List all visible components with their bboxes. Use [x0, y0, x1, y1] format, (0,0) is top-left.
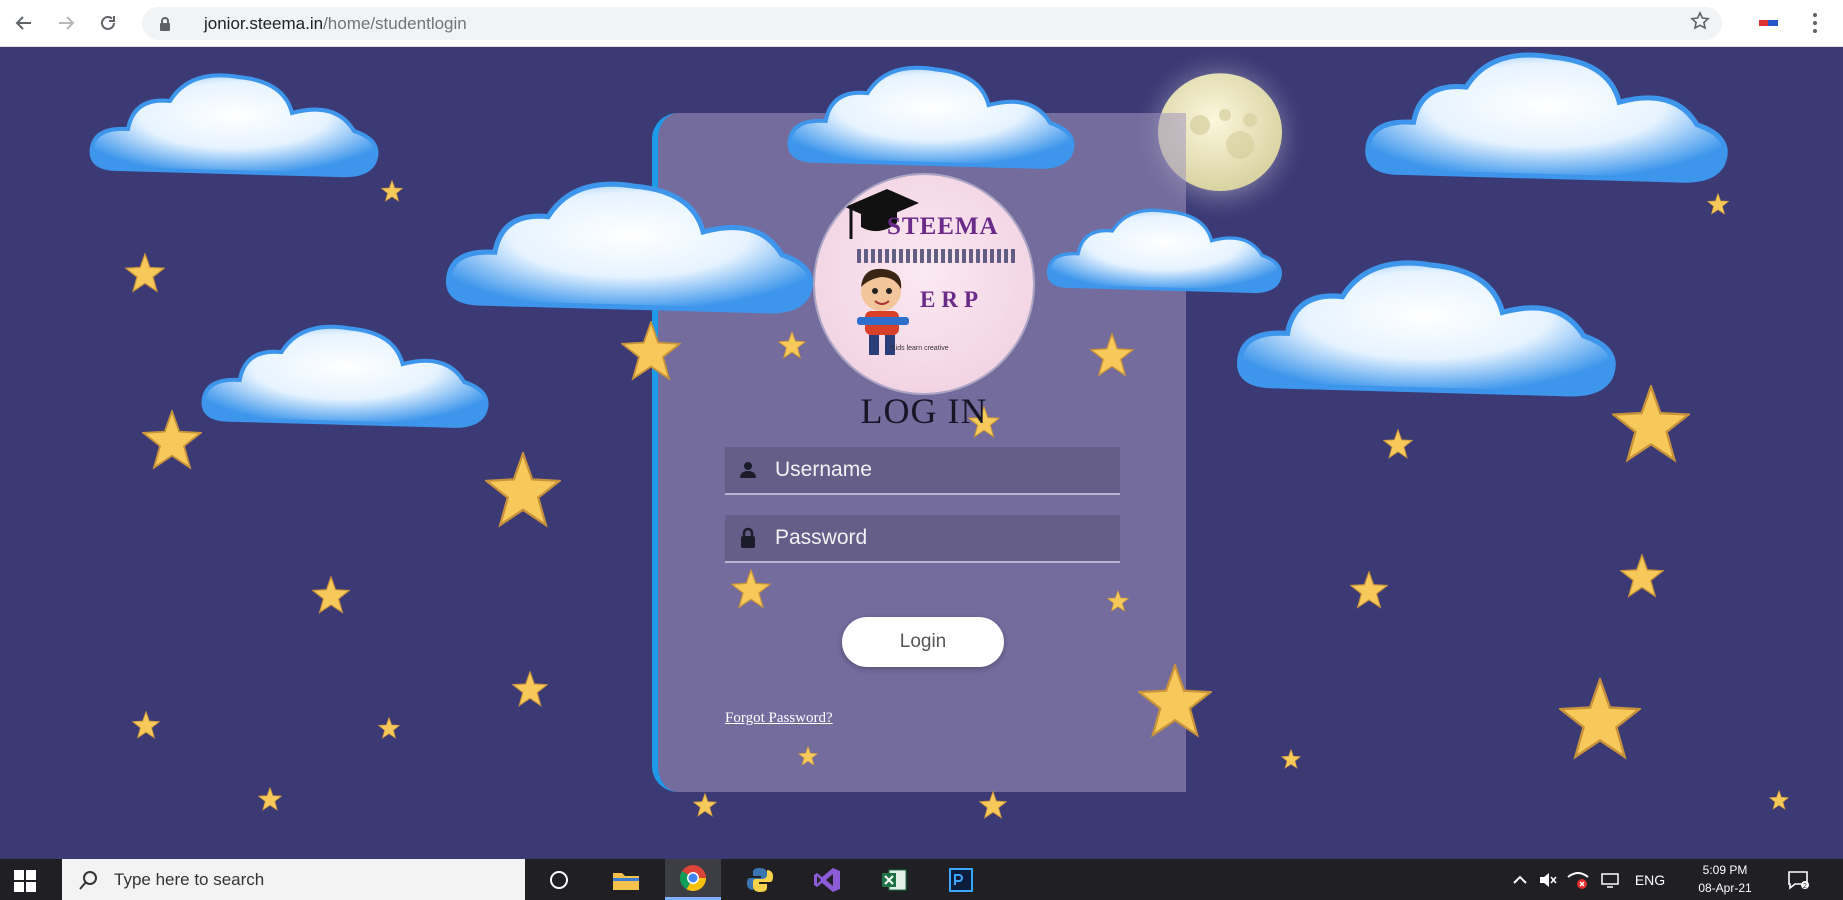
browser-toolbar: jonior.steema.in/home/studentlogin — [0, 0, 1843, 47]
action-center-button[interactable]: 2 — [1780, 859, 1816, 900]
tray-language[interactable]: ENG — [1630, 859, 1670, 900]
taskbar-excel[interactable] — [866, 859, 922, 900]
cloud-decoration — [1237, 260, 1616, 397]
url-path: /home/studentlogin — [323, 13, 467, 33]
user-icon — [733, 455, 763, 485]
tray-display[interactable] — [1598, 859, 1622, 900]
taskbar-file-explorer[interactable] — [598, 859, 654, 900]
cloud-decoration — [89, 73, 379, 178]
profile-avatar-icon[interactable] — [1756, 12, 1782, 34]
clock-date: 08-Apr-21 — [1698, 881, 1752, 895]
network-error-icon — [1567, 871, 1589, 889]
star-decoration — [1612, 385, 1690, 463]
star-decoration — [731, 569, 771, 609]
star-decoration — [798, 746, 818, 766]
star-decoration — [1707, 193, 1729, 215]
logo-tagline: Kids learn creative — [891, 345, 949, 352]
password-input[interactable] — [775, 518, 1105, 558]
forgot-password-link[interactable]: Forgot Password? — [725, 710, 833, 727]
svg-text:2: 2 — [1803, 883, 1807, 890]
star-decoration — [1383, 429, 1413, 459]
cloud-decoration — [201, 324, 489, 428]
python-icon — [747, 867, 773, 892]
forward-button[interactable] — [48, 5, 84, 41]
folder-icon — [613, 872, 639, 890]
bookmark-button[interactable] — [1690, 11, 1710, 37]
windows-start-icon[interactable] — [14, 870, 36, 892]
search-icon — [79, 870, 97, 890]
task-view-button[interactable] — [531, 859, 587, 900]
arrow-left-icon — [15, 16, 31, 30]
chevron-up-icon — [1513, 875, 1527, 884]
clock-time: 5:09 PM — [1702, 863, 1748, 877]
task-view-icon — [550, 870, 568, 889]
star-decoration — [1620, 554, 1664, 598]
taskbar-photoshop[interactable] — [933, 859, 989, 900]
star-decoration — [378, 717, 400, 739]
star-decoration — [512, 671, 548, 707]
taskbar-python[interactable] — [732, 859, 788, 900]
arrow-right-icon — [59, 16, 75, 30]
star-decoration — [1090, 333, 1134, 377]
star-decoration — [381, 180, 403, 202]
star-decoration — [312, 576, 350, 614]
star-decoration — [1138, 664, 1212, 738]
star-decoration — [1769, 790, 1789, 810]
star-decoration — [693, 793, 717, 817]
tray-clock[interactable]: 5:09 PM 08-Apr-21 — [1680, 861, 1770, 897]
windows-taskbar: Type here to search ENG 5:09 PM 08-Apr-2… — [0, 859, 1843, 900]
taskbar-search[interactable]: Type here to search — [62, 859, 525, 900]
speaker-muted-icon — [1540, 872, 1557, 887]
reload-icon — [101, 15, 115, 30]
visual-studio-icon — [814, 867, 840, 892]
password-field[interactable] — [725, 515, 1120, 563]
notification-icon: 2 — [1788, 870, 1809, 890]
star-decoration — [125, 253, 165, 293]
cloud-decoration — [1046, 208, 1282, 294]
excel-icon — [882, 869, 907, 890]
chrome-icon — [679, 865, 707, 892]
taskbar-search-placeholder: Type here to search — [114, 869, 265, 889]
star-decoration — [142, 410, 202, 470]
star-decoration — [1350, 571, 1388, 609]
star-decoration — [621, 321, 681, 381]
cloud-decoration — [787, 65, 1075, 169]
star-decoration — [258, 787, 282, 811]
browser-menu-button[interactable] — [1800, 8, 1830, 38]
cloud-decoration — [445, 181, 813, 314]
taskbar-chrome[interactable] — [665, 859, 721, 900]
username-input[interactable] — [775, 450, 1105, 490]
logo-brand: STEEMA — [887, 213, 999, 240]
logo-product: ERP — [920, 287, 984, 312]
star-decoration — [778, 331, 806, 359]
back-button[interactable] — [6, 5, 42, 41]
monitor-icon — [1601, 872, 1619, 888]
star-decoration — [1559, 678, 1641, 760]
padlock-icon — [733, 523, 763, 553]
login-page: STEEMA ERP Kids learn creative LOG IN Lo… — [0, 47, 1843, 859]
tray-overflow-button[interactable] — [1508, 859, 1532, 900]
star-decoration — [132, 711, 160, 739]
star-decoration — [485, 452, 561, 528]
steema-logo: STEEMA ERP Kids learn creative — [815, 175, 1033, 393]
star-decoration — [979, 791, 1007, 819]
address-bar[interactable]: jonior.steema.in/home/studentlogin — [142, 7, 1722, 40]
star-decoration — [1281, 749, 1301, 769]
login-title: LOG IN — [860, 391, 988, 431]
star-decoration — [1107, 590, 1129, 612]
tray-volume[interactable] — [1536, 859, 1560, 900]
logo-subline — [857, 249, 1017, 263]
reload-button[interactable] — [90, 5, 126, 41]
username-field[interactable] — [725, 447, 1120, 495]
lock-icon — [160, 16, 170, 31]
taskbar-visual-studio[interactable] — [799, 859, 855, 900]
login-button[interactable]: Login — [842, 617, 1004, 667]
url-host: jonior.steema.in — [204, 13, 324, 33]
photoshop-icon — [949, 867, 973, 892]
tray-network[interactable] — [1564, 859, 1592, 900]
url-text: jonior.steema.in/home/studentlogin — [204, 14, 467, 34]
star-outline-icon — [1690, 11, 1710, 30]
cloud-decoration — [1365, 52, 1728, 183]
